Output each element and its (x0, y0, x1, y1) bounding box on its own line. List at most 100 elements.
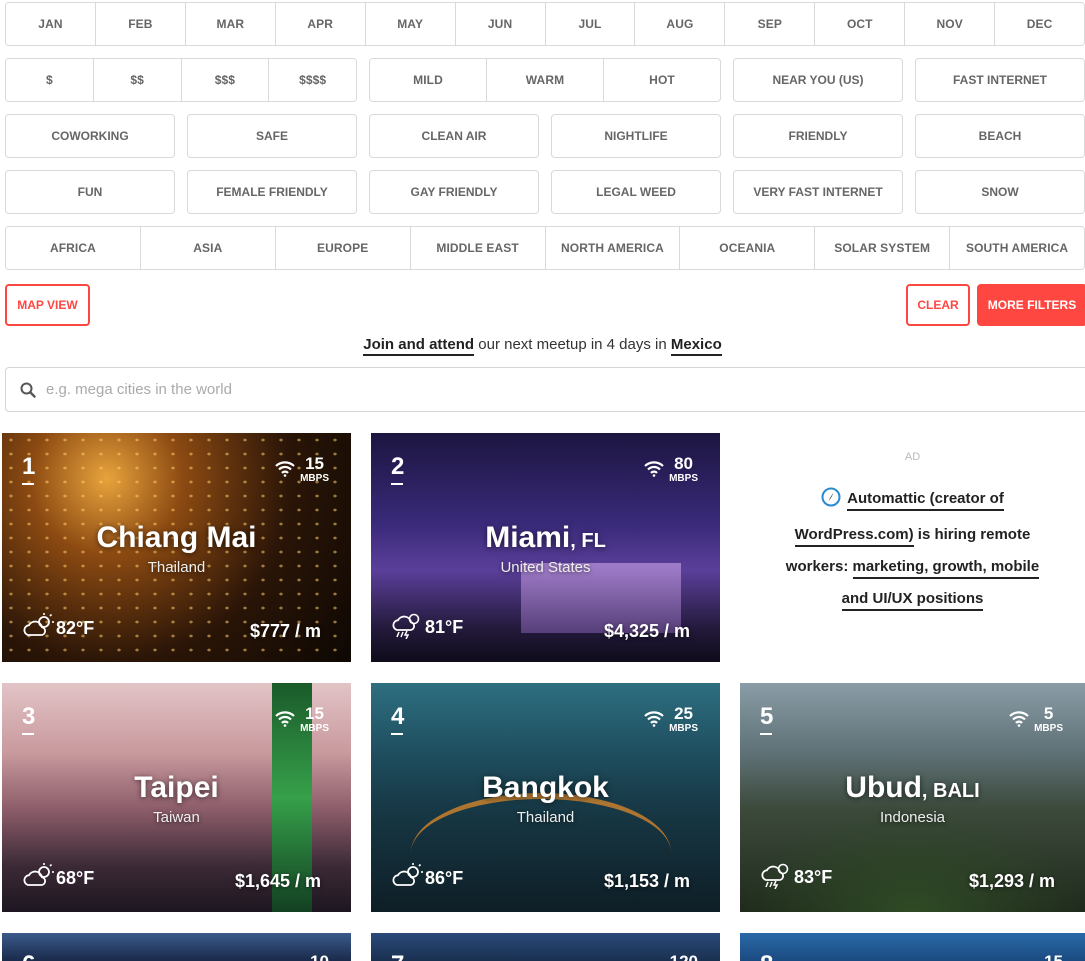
beach-button[interactable]: BEACH (915, 114, 1085, 158)
nightlife-button[interactable]: NIGHTLIFE (551, 114, 721, 158)
speed-value: 15 (305, 454, 324, 473)
hot-button[interactable]: HOT (604, 59, 720, 101)
cost-3-button[interactable]: $$$ (181, 59, 270, 101)
city-cost: $4,325 / m (603, 621, 690, 641)
speed-unit: MBPS (300, 723, 329, 734)
cost-2-button[interactable]: $$ (93, 59, 182, 101)
month-mar-button[interactable]: MAR (185, 3, 276, 45)
ad-block: AD Automattic (creator of WordPress.com)… (740, 433, 1085, 662)
ad-label: AD (904, 451, 921, 463)
meetup-location-link[interactable]: Mexico (670, 336, 722, 356)
meetup-text: our next meetup in 4 days in (474, 336, 671, 353)
internet-speed: 15 MBPS (274, 705, 329, 734)
month-filter-group: JAN FEB MAR APR MAY JUN JUL AUG SEP OCT … (5, 2, 1085, 46)
map-view-button[interactable]: MAP VIEW (5, 284, 90, 326)
city-card-6[interactable]: 6 10 (2, 933, 351, 961)
city-card-miami[interactable]: 2 80 MBPS Miami, FL United States 81°F $4… (371, 433, 720, 662)
city-rank: 7 (391, 951, 404, 961)
snow-button[interactable]: SNOW (915, 170, 1085, 214)
month-nov-button[interactable]: NOV (905, 3, 996, 45)
month-dec-button[interactable]: DEC (995, 3, 1084, 45)
filter-row-3: COWORKING SAFE CLEAN AIR NIGHTLIFE FRIEN… (5, 114, 1085, 158)
speed-value: 10 (310, 953, 329, 961)
city-temperature: 83°F (760, 861, 832, 894)
clear-button[interactable]: CLEAR (906, 284, 970, 326)
region-south-america-button[interactable]: SOUTH AMERICA (950, 227, 1084, 269)
region-africa-button[interactable]: AFRICA (6, 227, 141, 269)
region-middle-east-button[interactable]: MIDDLE EAST (410, 227, 546, 269)
wifi-icon (274, 705, 300, 732)
speed-value: 5 (1043, 704, 1054, 723)
region-solar-system-button[interactable]: SOLAR SYSTEM (815, 227, 951, 269)
region-north-america-button[interactable]: NORTH AMERICA (545, 227, 681, 269)
near-you-button[interactable]: NEAR YOU (US) (733, 58, 903, 102)
city-cost: $1,153 / m (603, 871, 690, 891)
month-oct-button[interactable]: OCT (815, 3, 906, 45)
city-cost: $1,645 / m (234, 871, 321, 891)
city-name: Bangkok (482, 771, 609, 804)
region-europe-button[interactable]: EUROPE (275, 227, 411, 269)
city-country: United States (500, 559, 591, 576)
warm-button[interactable]: WARM (487, 59, 604, 101)
friendly-button[interactable]: FRIENDLY (733, 114, 903, 158)
internet-speed: 80 MBPS (643, 455, 698, 484)
gay-friendly-button[interactable]: GAY FRIENDLY (369, 170, 539, 214)
city-card-chiang-mai[interactable]: 1 15 MBPS Chiang Mai Thailand 82°F $777 /… (2, 433, 351, 662)
cost-filter-group: $ $$ $$$ $$$$ (5, 58, 357, 102)
city-temperature: 86°F (391, 863, 463, 894)
city-rank: 4 (391, 703, 404, 735)
month-may-button[interactable]: MAY (365, 3, 456, 45)
internet-speed: 15 MBPS (274, 455, 329, 484)
temperature-filter-group: MILD WARM HOT (369, 58, 721, 102)
cloudy-sun-icon (22, 863, 56, 894)
city-country: Indonesia (879, 809, 946, 826)
join-meetup-link[interactable]: Join and attend (363, 336, 475, 356)
month-jun-button[interactable]: JUN (455, 3, 546, 45)
city-card-8[interactable]: 8 15 (740, 933, 1085, 961)
month-aug-button[interactable]: AUG (635, 3, 726, 45)
speed-value: 25 (674, 704, 693, 723)
region-filter-group: AFRICA ASIA EUROPE MIDDLE EAST NORTH AME… (5, 226, 1085, 270)
city-temperature: 81°F (391, 611, 463, 644)
city-rank: 1 (22, 453, 35, 485)
legal-weed-button[interactable]: LEGAL WEED (551, 170, 721, 214)
city-card-7[interactable]: 7 120 (371, 933, 720, 961)
internet-speed: 10 (310, 953, 329, 961)
city-card-bangkok[interactable]: 4 25 MBPS Bangkok Thailand 86°F $1,153 / … (371, 683, 720, 912)
filter-row-4: FUN FEMALE FRIENDLY GAY FRIENDLY LEGAL W… (5, 170, 1085, 214)
city-cost: $777 / m (249, 621, 321, 641)
search-input[interactable] (46, 381, 946, 398)
female-friendly-button[interactable]: FEMALE FRIENDLY (187, 170, 357, 214)
mild-button[interactable]: MILD (370, 59, 487, 101)
speed-value: 80 (674, 454, 693, 473)
fast-internet-button[interactable]: FAST INTERNET (915, 58, 1085, 102)
fun-button[interactable]: FUN (5, 170, 175, 214)
more-filters-button[interactable]: MORE FILTERS (977, 284, 1085, 326)
safe-button[interactable]: SAFE (187, 114, 357, 158)
month-feb-button[interactable]: FEB (95, 3, 186, 45)
city-name: Taipei (134, 771, 219, 804)
city-cost: $1,293 / m (968, 871, 1055, 891)
city-card-taipei[interactable]: 3 15 MBPS Taipei Taiwan 68°F $1,645 / m (2, 683, 351, 912)
cost-4-button[interactable]: $$$$ (269, 59, 356, 101)
storm-icon (760, 861, 794, 894)
month-sep-button[interactable]: SEP (725, 3, 816, 45)
month-jul-button[interactable]: JUL (545, 3, 636, 45)
month-apr-button[interactable]: APR (275, 3, 366, 45)
cost-1-button[interactable]: $ (6, 59, 94, 101)
internet-speed: 120 (670, 953, 698, 961)
internet-speed: 5 MBPS (1008, 705, 1063, 734)
coworking-button[interactable]: COWORKING (5, 114, 175, 158)
clean-air-button[interactable]: CLEAN AIR (369, 114, 539, 158)
region-oceania-button[interactable]: OCEANIA (680, 227, 816, 269)
city-rank: 8 (760, 951, 773, 961)
month-jan-button[interactable]: JAN (6, 3, 96, 45)
region-asia-button[interactable]: ASIA (140, 227, 276, 269)
compass-icon (821, 487, 841, 519)
speed-value: 15 (305, 704, 324, 723)
speed-unit: MBPS (669, 723, 698, 734)
month-filter-row: JAN FEB MAR APR MAY JUN JUL AUG SEP OCT … (5, 2, 1085, 46)
city-card-ubud[interactable]: 5 5 MBPS Ubud, BALI Indonesia 83°F $1,293… (740, 683, 1085, 912)
very-fast-internet-button[interactable]: VERY FAST INTERNET (733, 170, 903, 214)
ad-positions-link[interactable]: marketing, growth, mobile and UI/UX posi… (841, 558, 1040, 611)
